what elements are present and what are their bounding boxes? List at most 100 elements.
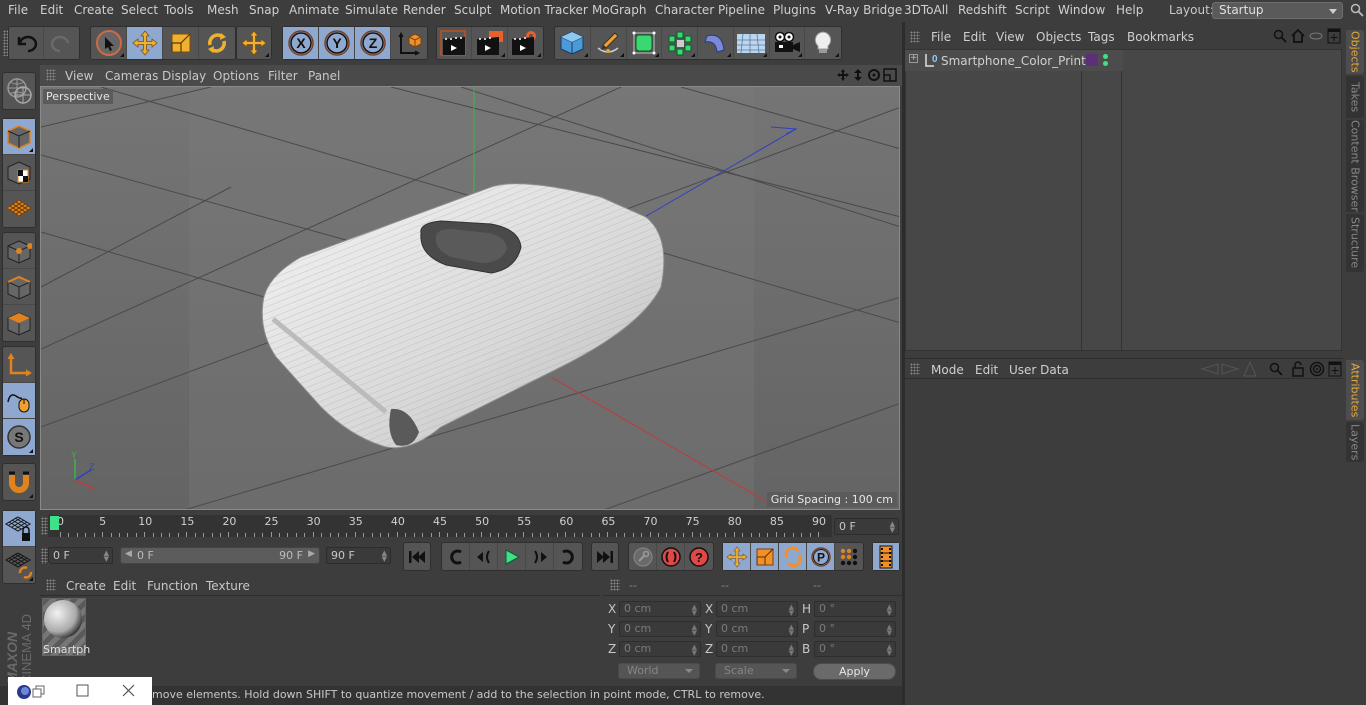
- menu-3dtoall[interactable]: 3DToAll: [904, 3, 948, 17]
- 3d-viewport[interactable]: Y Z X Perspective Grid Spacing : 100 cm: [40, 86, 900, 510]
- key-parameter-button[interactable]: P: [807, 543, 835, 570]
- objects-menu-file[interactable]: File: [931, 30, 951, 44]
- timeline-window-button[interactable]: [873, 543, 899, 570]
- rot-h-field[interactable]: 0 ° ▲ ▼: [814, 601, 896, 617]
- search-icon[interactable]: [1350, 3, 1364, 17]
- key-rotation-button[interactable]: [779, 543, 807, 570]
- timeline-ruler[interactable]: 0 5 10 15 20 25 30 35 40 45 50 55 60 65 70 75 80 85 90: [48, 515, 832, 537]
- viewport-menu-panel[interactable]: Panel: [308, 69, 340, 83]
- size-x-field[interactable]: 0 cm ▲ ▼: [716, 601, 798, 617]
- next-key-button[interactable]: [554, 543, 582, 570]
- material-menu-edit[interactable]: Edit: [113, 579, 136, 593]
- home-icon[interactable]: [1290, 28, 1306, 44]
- menu-create[interactable]: Create: [74, 3, 114, 17]
- search-icon[interactable]: [1269, 362, 1283, 376]
- target-icon[interactable]: [1309, 361, 1325, 377]
- edges-mode-button[interactable]: [3, 269, 35, 305]
- layer-color-swatch[interactable]: [1086, 54, 1098, 66]
- y-axis-lock-button[interactable]: Y: [319, 27, 355, 59]
- render-visibility-dot[interactable]: [1103, 61, 1108, 66]
- object-row[interactable]: + 0 Smartphone_Color_Printer: [905, 50, 1123, 71]
- record-keys-button[interactable]: [629, 543, 657, 570]
- viewport-pan-icon[interactable]: [836, 68, 850, 82]
- menu-vray-bridge[interactable]: V-Ray Bridge: [825, 3, 902, 17]
- current-frame-field[interactable]: 0 F ▲ ▼: [834, 518, 899, 535]
- objects-menu-bookmarks[interactable]: Bookmarks: [1127, 30, 1194, 44]
- last-tool-button[interactable]: [237, 27, 271, 59]
- camera-label[interactable]: Perspective: [43, 89, 113, 104]
- material-menu-texture[interactable]: Texture: [206, 579, 250, 593]
- layout-dropdown[interactable]: Startup: [1212, 2, 1343, 19]
- viewport-menu-cameras[interactable]: Cameras: [105, 69, 158, 83]
- pos-z-field[interactable]: 0 cm ▲ ▼: [619, 641, 701, 657]
- new-panel-icon[interactable]: [1328, 361, 1342, 377]
- tab-objects[interactable]: Objects: [1346, 30, 1364, 74]
- render-picture-viewer-button[interactable]: [472, 27, 508, 59]
- floor-button[interactable]: [734, 27, 770, 59]
- search-icon[interactable]: [1273, 29, 1287, 43]
- range-left-arrow-icon[interactable]: ◀: [125, 549, 132, 559]
- material-menu-create[interactable]: Create: [66, 579, 106, 593]
- back-forward-arrows-icon[interactable]: [1200, 362, 1240, 376]
- menu-motion-tracker[interactable]: Motion Tracker: [500, 3, 588, 17]
- next-frame-button[interactable]: [526, 543, 554, 570]
- polygons-mode-button[interactable]: [3, 305, 35, 341]
- tab-content-browser[interactable]: Content Browser: [1346, 120, 1364, 212]
- start-frame-field[interactable]: 0 F ▲ ▼: [48, 547, 113, 564]
- coordinate-space-dropdown[interactable]: World: [618, 663, 700, 679]
- rotate-button[interactable]: [199, 27, 235, 59]
- cloner-button[interactable]: [662, 27, 698, 59]
- keyframe-selection-button[interactable]: ?: [685, 543, 713, 570]
- menu-file[interactable]: File: [8, 3, 28, 17]
- menu-snap[interactable]: Snap: [249, 3, 279, 17]
- spinner-icon[interactable]: ▲ ▼: [890, 521, 895, 534]
- viewport-zoom-icon[interactable]: [851, 68, 865, 82]
- make-editable-button[interactable]: [3, 73, 35, 109]
- menu-render[interactable]: Render: [403, 3, 446, 17]
- spinner-icon[interactable]: ▲ ▼: [887, 644, 892, 657]
- menu-plugins[interactable]: Plugins: [773, 3, 816, 17]
- key-scale-button[interactable]: [751, 543, 779, 570]
- subdivision-button[interactable]: [627, 27, 663, 59]
- menu-character[interactable]: Character: [655, 3, 714, 17]
- size-y-field[interactable]: 0 cm ▲ ▼: [716, 621, 798, 637]
- size-z-field[interactable]: 0 cm ▲ ▼: [716, 641, 798, 657]
- light-button[interactable]: [805, 27, 841, 59]
- menu-script[interactable]: Script: [1015, 3, 1050, 17]
- rot-b-field[interactable]: 0 ° ▲ ▼: [814, 641, 896, 657]
- viewport-rotate-icon[interactable]: [867, 68, 881, 82]
- attributes-grip[interactable]: [910, 363, 920, 375]
- up-arrow-icon[interactable]: [1243, 361, 1257, 377]
- viewport-menu-view[interactable]: View: [65, 69, 93, 83]
- spinner-icon[interactable]: ▲ ▼: [692, 624, 697, 637]
- solo-mode-button[interactable]: S: [3, 419, 35, 455]
- coordinate-mode-dropdown[interactable]: Scale: [715, 663, 797, 679]
- new-panel-icon[interactable]: [1327, 28, 1341, 44]
- z-axis-lock-button[interactable]: Z: [355, 27, 391, 59]
- undo-button[interactable]: [9, 27, 45, 59]
- menu-edit[interactable]: Edit: [40, 3, 63, 17]
- menu-tools[interactable]: Tools: [164, 3, 194, 17]
- material-grip[interactable]: [46, 579, 56, 591]
- layer-filter-icon[interactable]: [1309, 30, 1323, 42]
- key-position-button[interactable]: [723, 543, 751, 570]
- frame-range-slider[interactable]: ◀ 0 F 90 F ▶: [120, 547, 320, 564]
- menu-pipeline[interactable]: Pipeline: [718, 3, 765, 17]
- menu-redshift[interactable]: Redshift: [958, 3, 1007, 17]
- objects-grip[interactable]: [910, 31, 920, 43]
- x-axis-lock-button[interactable]: X: [283, 27, 319, 59]
- live-selection-button[interactable]: [91, 27, 127, 59]
- coordinates-grip[interactable]: [610, 579, 620, 591]
- move-button[interactable]: [127, 27, 163, 59]
- pos-x-field[interactable]: 0 cm ▲ ▼: [619, 601, 701, 617]
- spinner-icon[interactable]: ▲ ▼: [382, 550, 387, 563]
- model-mode-button[interactable]: [3, 119, 35, 155]
- tweak-mode-button[interactable]: [3, 383, 35, 419]
- spinner-icon[interactable]: ▲ ▼: [789, 624, 794, 637]
- menu-mograph[interactable]: MoGraph: [592, 3, 647, 17]
- tab-takes[interactable]: Takes: [1346, 76, 1364, 118]
- texture-mode-button[interactable]: [3, 155, 35, 191]
- pos-y-field[interactable]: 0 cm ▲ ▼: [619, 621, 701, 637]
- deformer-button[interactable]: [698, 27, 734, 59]
- close-icon[interactable]: [122, 684, 136, 698]
